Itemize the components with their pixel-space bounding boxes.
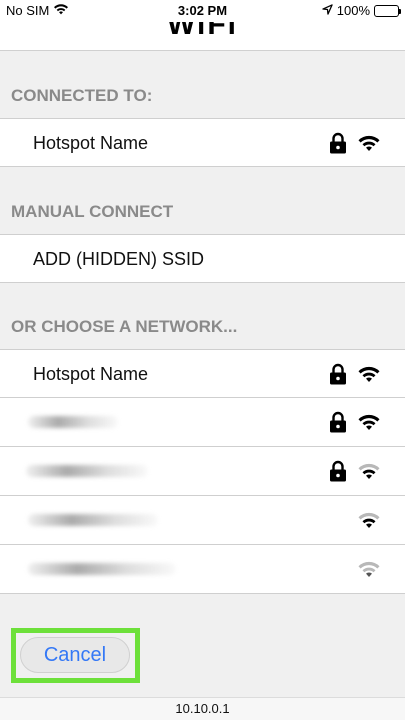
network-name: Hotspot Name bbox=[33, 364, 149, 384]
lock-icon bbox=[329, 411, 347, 433]
wifi-signal-icon bbox=[357, 510, 381, 530]
wifi-signal-icon bbox=[357, 461, 381, 481]
connected-network-row[interactable]: Hotspot Name bbox=[0, 118, 405, 167]
wifi-signal-icon bbox=[357, 364, 381, 384]
network-row[interactable] bbox=[0, 545, 405, 594]
obscured-network-name bbox=[28, 416, 118, 428]
status-bar: No SIM 3:02 PM 100% bbox=[0, 0, 405, 22]
connected-network-name: Hotspot Name bbox=[33, 133, 149, 153]
network-row[interactable] bbox=[0, 398, 405, 447]
network-row[interactable] bbox=[0, 496, 405, 545]
obscured-network-name bbox=[26, 465, 148, 477]
connected-section-header: CONNECTED TO: bbox=[11, 86, 153, 105]
title-strip: WiFi bbox=[0, 22, 405, 51]
add-hidden-ssid-label: ADD (HIDDEN) SSID bbox=[33, 249, 205, 269]
network-row[interactable]: Hotspot Name bbox=[0, 349, 405, 398]
status-right: 100% bbox=[322, 3, 401, 18]
choose-section-header: OR CHOOSE A NETWORK... bbox=[11, 317, 238, 336]
add-hidden-ssid-row[interactable]: ADD (HIDDEN) SSID bbox=[0, 234, 405, 283]
battery-percent: 100% bbox=[336, 3, 370, 18]
manual-section-header: MANUAL CONNECT bbox=[11, 202, 174, 221]
page-title: WiFi bbox=[166, 22, 239, 41]
lock-icon bbox=[329, 363, 347, 385]
cancel-button[interactable]: Cancel bbox=[20, 637, 130, 673]
location-arrow-icon bbox=[322, 3, 333, 18]
obscured-network-name bbox=[28, 563, 176, 575]
lock-icon bbox=[329, 132, 347, 154]
wifi-signal-icon bbox=[357, 133, 381, 153]
wifi-signal-icon bbox=[357, 412, 381, 432]
obscured-network-name bbox=[28, 514, 158, 526]
lock-icon bbox=[329, 460, 347, 482]
battery-icon bbox=[374, 4, 401, 17]
wifi-signal-icon bbox=[357, 559, 381, 579]
network-row[interactable] bbox=[0, 447, 405, 496]
address-bar: 10.10.0.1 bbox=[0, 697, 405, 720]
